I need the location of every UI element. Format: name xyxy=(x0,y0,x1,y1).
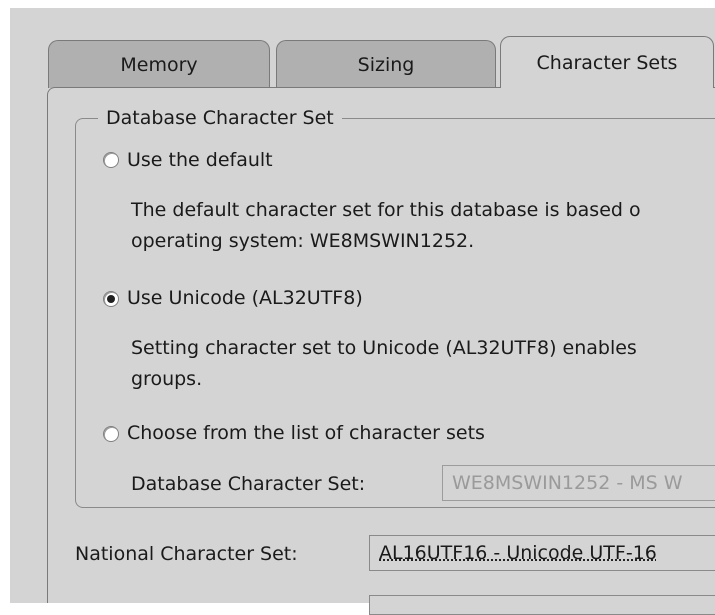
radio-use-default-label[interactable]: Use the default xyxy=(127,149,273,171)
unicode-description-line-2: groups. xyxy=(131,368,203,390)
radio-choose-from-list[interactable] xyxy=(103,426,119,442)
national-character-set-value: AL16UTF16 - Unicode UTF-16 xyxy=(379,542,657,564)
tab-sizing-label: Sizing xyxy=(357,53,415,76)
group-title: Database Character Set xyxy=(98,105,342,131)
radio-choose-from-list-label[interactable]: Choose from the list of character sets xyxy=(127,422,485,444)
database-character-set-select[interactable]: WE8MSWIN1252 - MS W xyxy=(442,465,715,501)
tab-memory[interactable]: Memory xyxy=(48,40,270,88)
national-character-set-select[interactable]: AL16UTF16 - Unicode UTF-16 xyxy=(369,535,715,571)
database-character-set-group xyxy=(75,118,715,508)
next-field-partial[interactable] xyxy=(369,595,715,615)
tab-sizing[interactable]: Sizing xyxy=(276,40,496,88)
database-character-set-value: WE8MSWIN1252 - MS W xyxy=(452,472,683,494)
radio-use-unicode[interactable] xyxy=(103,291,119,307)
tab-character-sets-label: Character Sets xyxy=(536,51,678,74)
database-character-set-label: Database Character Set: xyxy=(131,473,366,495)
tab-character-sets[interactable]: Character Sets xyxy=(500,36,714,88)
radio-use-unicode-label[interactable]: Use Unicode (AL32UTF8) xyxy=(127,287,363,309)
default-description-line-1: The default character set for this datab… xyxy=(131,199,641,221)
radio-use-default[interactable] xyxy=(103,152,119,168)
default-description-line-2: operating system: WE8MSWIN1252. xyxy=(131,230,475,252)
tab-memory-label: Memory xyxy=(120,53,198,76)
national-character-set-label: National Character Set: xyxy=(75,543,298,565)
unicode-description-line-1: Setting character set to Unicode (AL32UT… xyxy=(131,337,637,359)
radio-selected-dot xyxy=(107,295,115,303)
